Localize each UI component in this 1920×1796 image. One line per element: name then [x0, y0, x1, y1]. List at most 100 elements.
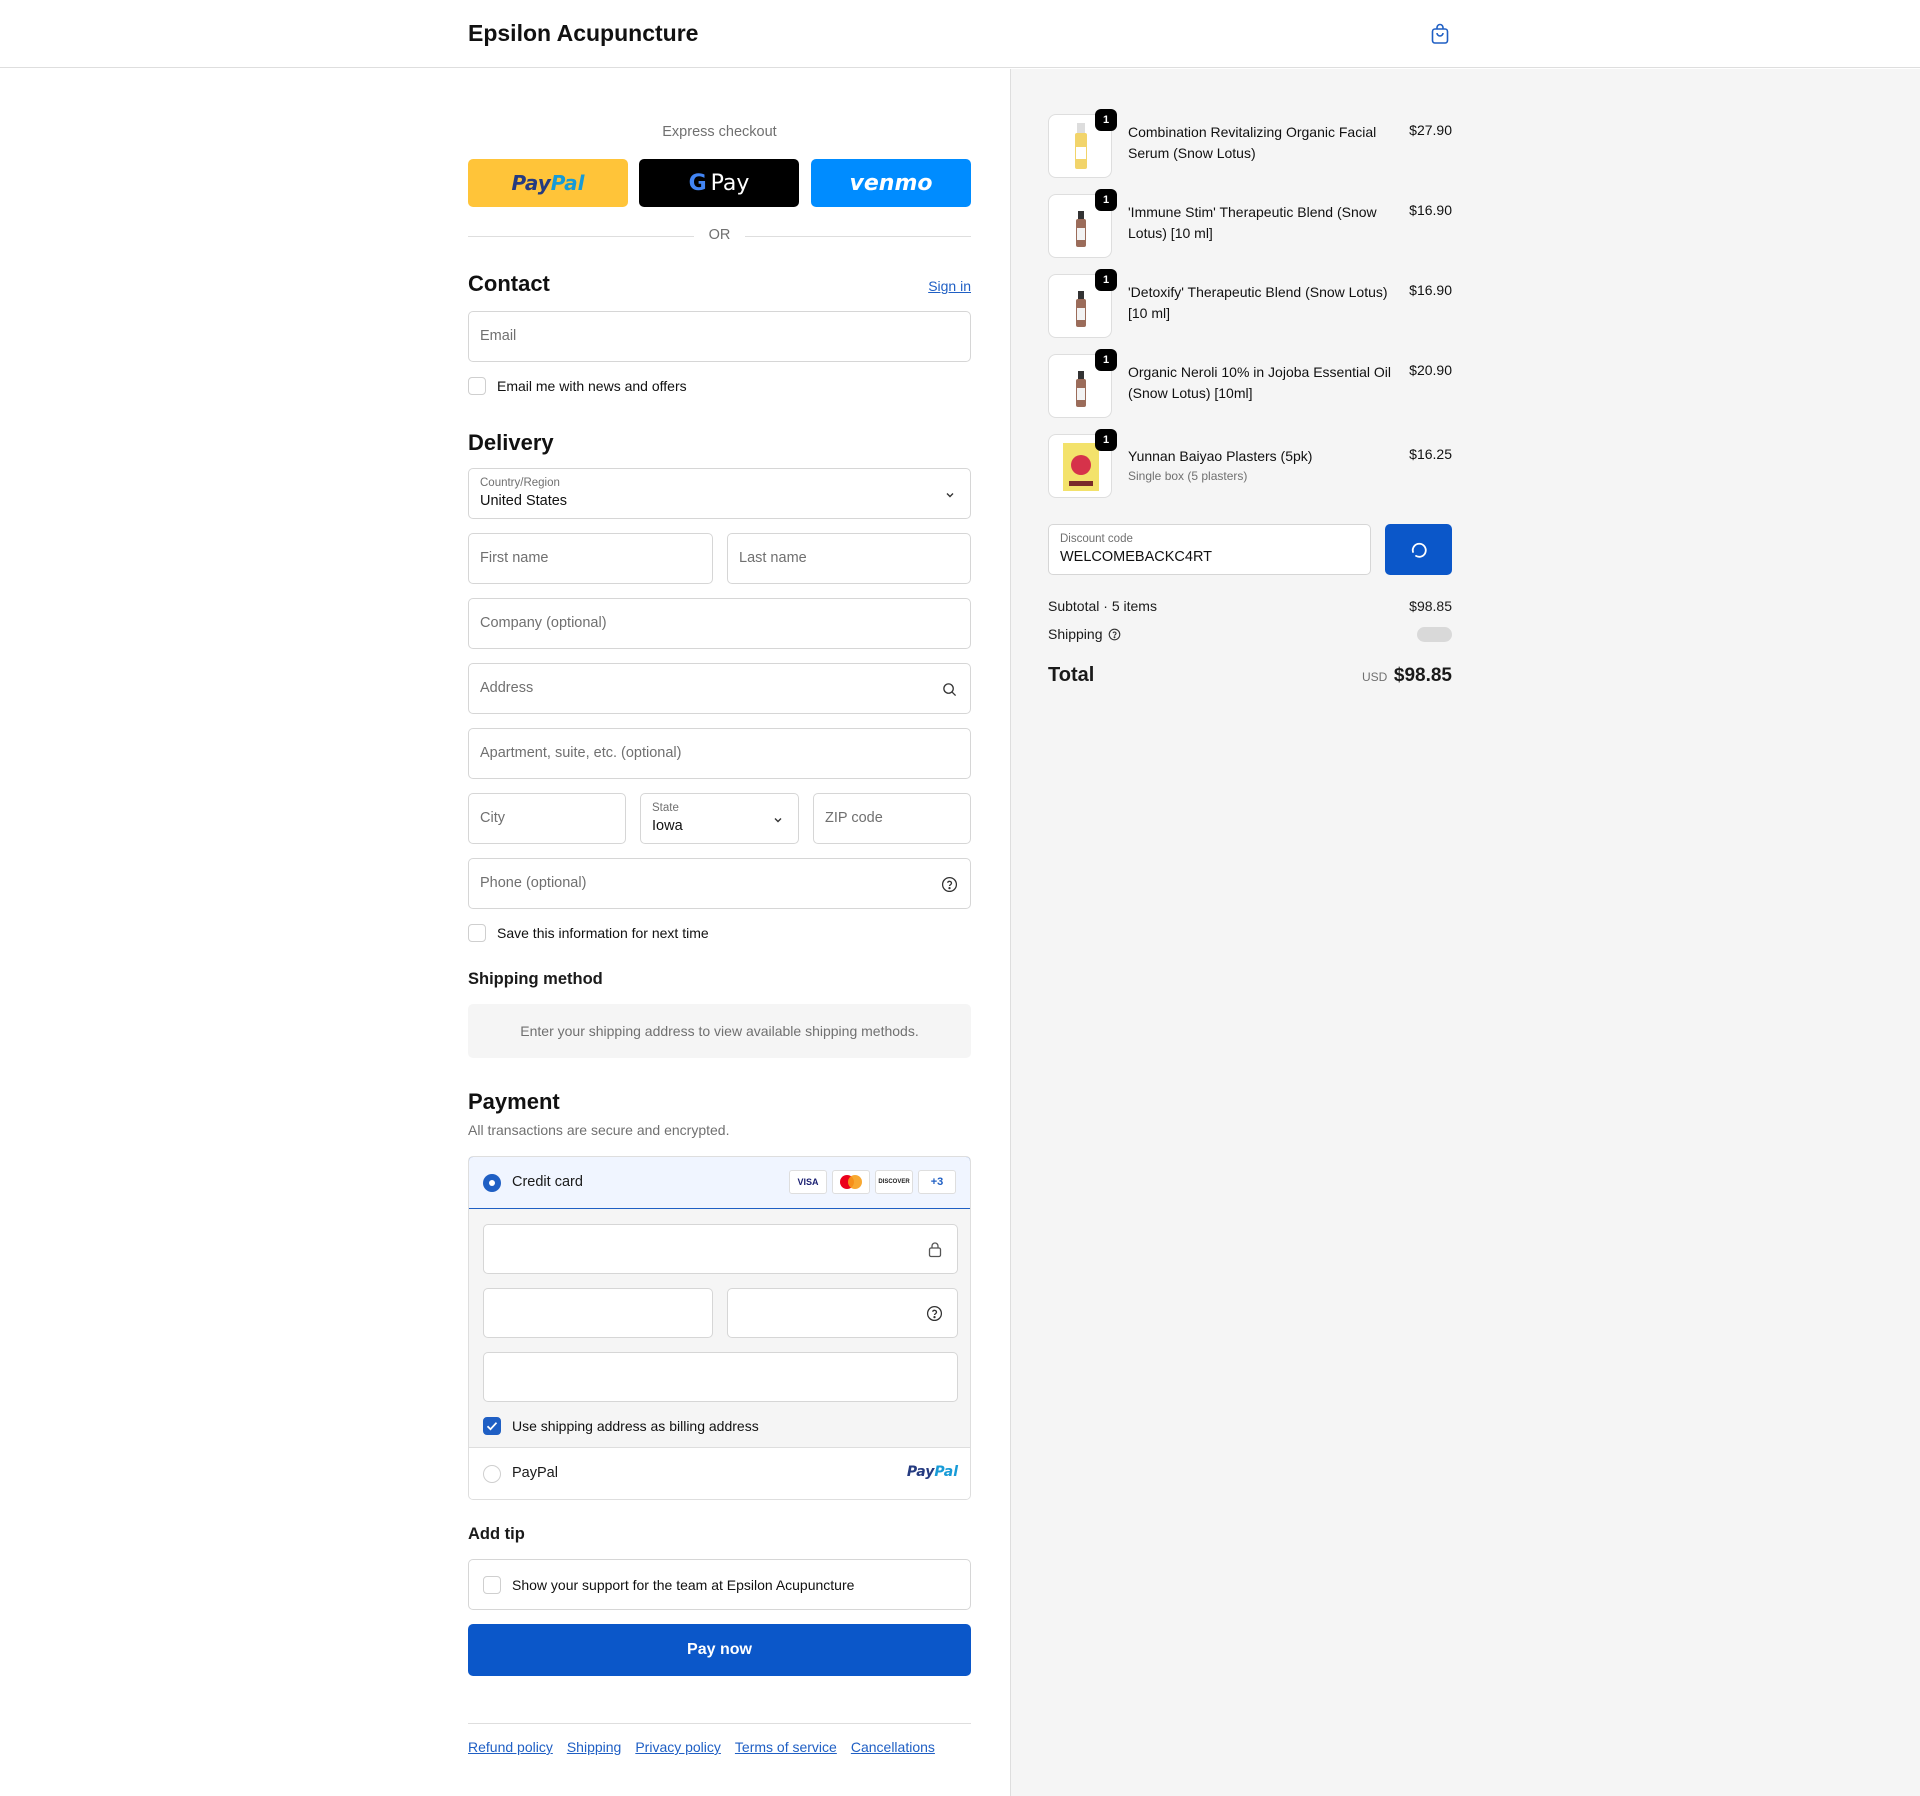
- expiration-field[interactable]: [483, 1288, 713, 1338]
- shop-name[interactable]: Epsilon Acupuncture: [468, 20, 698, 47]
- contact-title: Contact: [468, 271, 550, 296]
- item-name: Combination Revitalizing Organic Facial …: [1128, 124, 1377, 161]
- credit-card-option[interactable]: Credit card VISA DISCOVER +3: [469, 1157, 970, 1209]
- last-name-field[interactable]: Last name: [727, 533, 971, 584]
- item-name: 'Immune Stim' Therapeutic Blend (Snow Lo…: [1128, 204, 1377, 241]
- zip-field[interactable]: ZIP code: [813, 793, 971, 844]
- name-on-card-field[interactable]: [483, 1352, 958, 1402]
- credit-card-radio[interactable]: [483, 1174, 501, 1192]
- delivery-title: Delivery: [468, 430, 554, 455]
- cancellations-link[interactable]: Cancellations: [851, 1739, 935, 1755]
- discover-icon: DISCOVER: [875, 1170, 913, 1194]
- apply-discount-button[interactable]: [1385, 524, 1452, 575]
- billing-checkbox[interactable]: [483, 1417, 501, 1435]
- google-pay-button[interactable]: G Pay: [639, 159, 799, 207]
- list-item: 1 Combination Revitalizing Organic Facia…: [1048, 109, 1452, 180]
- save-info-label: Save this information for next time: [497, 925, 709, 941]
- visa-icon: VISA: [789, 1170, 827, 1194]
- mastercard-icon: [832, 1170, 870, 1194]
- product-thumbnail: 1: [1048, 269, 1117, 338]
- more-cards-badge: +3: [918, 1170, 956, 1194]
- list-item: 1 Yunnan Baiyao Plasters (5pk) Single bo…: [1048, 429, 1452, 500]
- help-icon[interactable]: [1108, 628, 1121, 641]
- shipping-label: Shipping: [1048, 626, 1103, 642]
- shipping-loading-placeholder: [1417, 627, 1452, 642]
- paypal-label: PayPal: [512, 1465, 558, 1481]
- privacy-policy-link[interactable]: Privacy policy: [635, 1739, 721, 1755]
- tip-label: Show your support for the team at Epsilo…: [512, 1577, 855, 1593]
- spinner-icon: [1411, 542, 1427, 558]
- item-price: $20.90: [1409, 362, 1452, 378]
- quantity-badge: 1: [1095, 349, 1117, 371]
- terms-of-service-link[interactable]: Terms of service: [735, 1739, 837, 1755]
- item-price: $16.90: [1409, 202, 1452, 218]
- payment-title: Payment: [468, 1089, 560, 1114]
- quantity-badge: 1: [1095, 429, 1117, 451]
- billing-label: Use shipping address as billing address: [512, 1418, 759, 1434]
- item-name: 'Detoxify' Therapeutic Blend (Snow Lotus…: [1128, 284, 1388, 321]
- venmo-button[interactable]: venmo: [811, 159, 971, 207]
- quantity-badge: 1: [1095, 109, 1117, 131]
- google-g-icon: G: [688, 170, 707, 196]
- paypal-option[interactable]: PayPal PayPal: [469, 1447, 970, 1499]
- product-thumbnail: 1: [1048, 349, 1117, 418]
- product-thumbnail: 1: [1048, 109, 1117, 178]
- subtotal-label: Subtotal · 5 items: [1048, 598, 1157, 614]
- news-label: Email me with news and offers: [497, 378, 687, 394]
- credit-card-label: Credit card: [512, 1174, 583, 1190]
- total-value: $98.85: [1393, 665, 1452, 686]
- product-thumbnail: 1: [1048, 189, 1117, 258]
- sign-in-link[interactable]: Sign in: [928, 278, 971, 294]
- item-name: Organic Neroli 10% in Jojoba Essential O…: [1128, 364, 1392, 401]
- payment-subtitle: All transactions are secure and encrypte…: [468, 1122, 730, 1138]
- save-info-checkbox[interactable]: [468, 924, 486, 942]
- state-select[interactable]: State Iowa: [640, 793, 799, 844]
- shipping-method-title: Shipping method: [468, 970, 603, 988]
- list-item: 1 Organic Neroli 10% in Jojoba Essential…: [1048, 349, 1452, 420]
- express-checkout-label: Express checkout: [662, 124, 777, 140]
- subtotal-value: $98.85: [1409, 598, 1452, 614]
- or-divider: OR: [468, 226, 971, 246]
- first-name-field[interactable]: First name: [468, 533, 713, 584]
- tip-checkbox[interactable]: [483, 1576, 501, 1594]
- card-number-field[interactable]: [483, 1224, 958, 1274]
- apartment-field[interactable]: Apartment, suite, etc. (optional): [468, 728, 971, 779]
- quantity-badge: 1: [1095, 189, 1117, 211]
- discount-code-field[interactable]: Discount code WELCOMEBACKC4RT: [1048, 524, 1371, 575]
- item-name: Yunnan Baiyao Plasters (5pk): [1128, 448, 1313, 464]
- shipping-method-info: Enter your shipping address to view avai…: [468, 1004, 971, 1058]
- checkmark-icon: [486, 1422, 498, 1431]
- list-item: 1 'Detoxify' Therapeutic Blend (Snow Lot…: [1048, 269, 1452, 340]
- item-variant: Single box (5 plasters): [1128, 469, 1248, 483]
- paypal-radio[interactable]: [483, 1465, 501, 1483]
- shipping-link[interactable]: Shipping: [567, 1739, 622, 1755]
- pay-now-button[interactable]: Pay now: [468, 1624, 971, 1676]
- country-select[interactable]: Country/Region United States: [468, 468, 971, 519]
- help-icon[interactable]: [941, 876, 958, 893]
- lock-icon: [928, 1242, 942, 1258]
- total-label: Total: [1048, 664, 1095, 686]
- address-field[interactable]: Address: [468, 663, 971, 714]
- quantity-badge: 1: [1095, 269, 1117, 291]
- header: Epsilon Acupuncture: [0, 0, 1920, 68]
- tip-option[interactable]: Show your support for the team at Epsilo…: [468, 1559, 971, 1610]
- search-icon: [943, 683, 957, 697]
- list-item: 1 'Immune Stim' Therapeutic Blend (Snow …: [1048, 189, 1452, 260]
- paypal-logo: PayPal: [906, 1464, 958, 1480]
- security-code-field[interactable]: [727, 1288, 958, 1338]
- product-thumbnail: 1: [1048, 429, 1117, 498]
- company-field[interactable]: Company (optional): [468, 598, 971, 649]
- item-price: $16.90: [1409, 282, 1452, 298]
- refund-policy-link[interactable]: Refund policy: [468, 1739, 553, 1755]
- shopping-bag-icon[interactable]: [1428, 22, 1452, 46]
- paypal-express-button[interactable]: PayPal: [468, 159, 628, 207]
- help-icon[interactable]: [926, 1305, 943, 1322]
- phone-field[interactable]: Phone (optional): [468, 858, 971, 909]
- city-field[interactable]: City: [468, 793, 626, 844]
- email-field[interactable]: Email: [468, 311, 971, 362]
- currency-code: USD: [1362, 670, 1388, 684]
- news-checkbox[interactable]: [468, 377, 486, 395]
- payment-methods: Credit card VISA DISCOVER +3 Use shippin…: [468, 1156, 971, 1500]
- footer-links: Refund policy Shipping Privacy policy Te…: [468, 1739, 935, 1755]
- footer-divider: [468, 1723, 971, 1724]
